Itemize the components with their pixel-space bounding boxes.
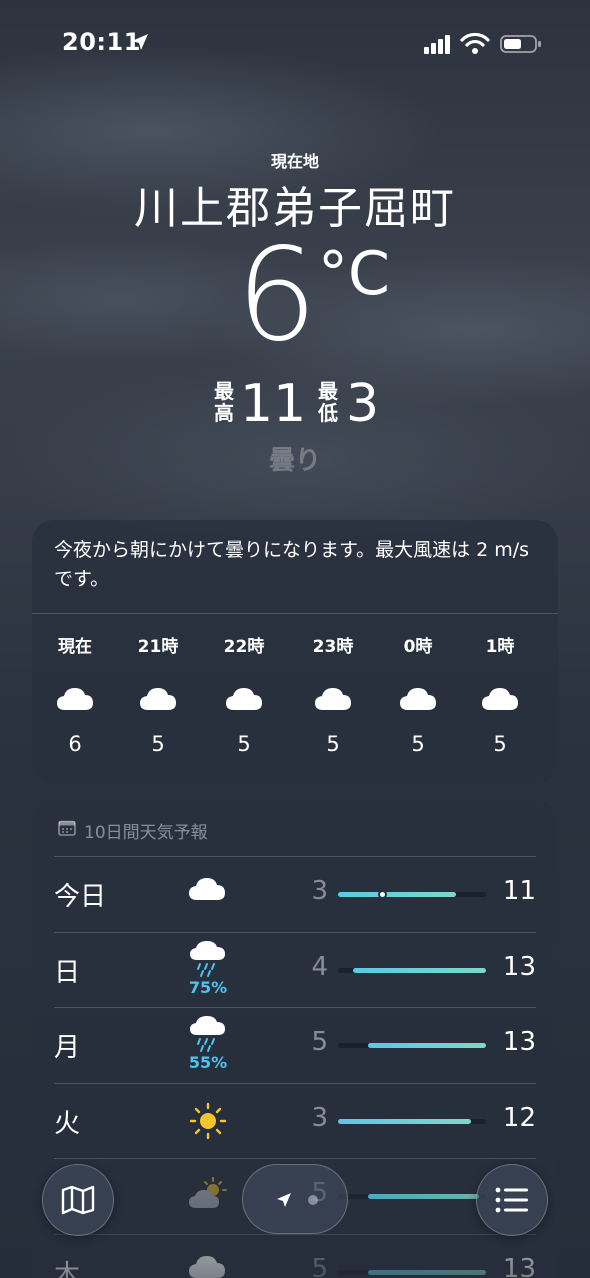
hourly-item: 現在 6	[35, 632, 115, 756]
cloud-icon	[480, 684, 520, 714]
low-temp: 3	[346, 374, 380, 434]
day-label: 火	[54, 1108, 81, 1139]
high-low-temps: 最 高 11 最 低 3	[0, 376, 590, 436]
hour-temp: 5	[411, 732, 425, 756]
high-label: 最 高	[214, 379, 234, 425]
ten-day-title: 10日間天気予報	[84, 823, 208, 843]
hour-label: 0時	[403, 637, 433, 657]
list-icon	[495, 1187, 528, 1213]
day-label: 日	[54, 957, 81, 988]
high-temp: 13	[502, 951, 536, 982]
cloud-icon	[187, 1252, 229, 1278]
hour-label: 1時	[485, 637, 515, 657]
day-label: 今日	[54, 882, 107, 912]
temp-range-fill	[367, 1269, 486, 1275]
high-temp: 13	[502, 1253, 536, 1278]
temp-range-bar	[338, 1118, 486, 1124]
sun-icon	[187, 1101, 229, 1141]
high-temp: 13	[502, 1027, 536, 1057]
cloud-icon	[313, 684, 353, 714]
map-button[interactable]	[42, 1164, 114, 1236]
divider	[54, 1007, 536, 1008]
daily-row[interactable]: 火 3 12	[32, 1082, 558, 1159]
wifi-icon	[460, 32, 490, 54]
temp-range-bar	[338, 1043, 486, 1048]
hourly-item: 23時 5	[293, 632, 373, 756]
divider	[54, 931, 536, 933]
hourly-forecast-card[interactable]: 今夜から朝にかけて曇りになります。最大風速は 2 m/sです。 現在 6 21時 5 2…	[32, 520, 558, 784]
hour-temp: 6	[68, 732, 82, 756]
precip-chance: 75%	[188, 977, 228, 997]
high-temp: 11	[240, 374, 307, 434]
rain-cloud-icon	[187, 938, 229, 978]
day-label: 月	[54, 1033, 81, 1063]
cloud-icon	[224, 684, 264, 714]
day-label: 木	[54, 1259, 81, 1278]
hourly-item: 21時 5	[118, 632, 198, 756]
current-temp-dot	[377, 890, 387, 899]
map-icon	[61, 1185, 95, 1215]
hour-label: 22時	[223, 637, 265, 657]
low-temp: 5	[311, 1027, 328, 1057]
cloud-icon	[398, 684, 438, 714]
hour-label: 現在	[58, 637, 92, 657]
cloud-icon	[187, 874, 229, 914]
divider	[54, 1082, 536, 1084]
page-indicator[interactable]	[242, 1164, 348, 1234]
location-list-button[interactable]	[476, 1164, 548, 1236]
current-temperature: 6	[236, 221, 318, 370]
high-temp: 11	[502, 876, 536, 906]
condition-text: 曇り	[268, 446, 321, 476]
daily-row[interactable]: 日 75% 4 13	[32, 931, 558, 1008]
divider	[54, 1158, 536, 1159]
hour-label: 21時	[137, 637, 179, 657]
calendar-icon	[58, 820, 76, 836]
rain-cloud-icon	[187, 1013, 229, 1053]
hour-temp: 5	[493, 732, 507, 756]
temp-range-bar	[338, 1194, 486, 1199]
daily-row[interactable]: 木 5 13	[32, 1233, 558, 1278]
temp-range-bar	[338, 1269, 486, 1275]
location-arrow-icon	[132, 34, 148, 50]
divider	[54, 856, 536, 857]
divider	[32, 613, 558, 614]
cloud-icon	[55, 684, 95, 714]
hourly-item: 22時 5	[204, 632, 284, 756]
low-temp: 5	[311, 1253, 328, 1278]
current-location-label: 現在地	[270, 152, 319, 171]
hourly-item: 1時 5	[460, 632, 540, 756]
hour-temp: 5	[326, 732, 340, 756]
temp-range-fill	[367, 1194, 479, 1199]
low-label: 最 低	[318, 379, 338, 425]
daily-row[interactable]: 月 55% 5 13	[32, 1007, 558, 1083]
low-temp: 4	[311, 951, 328, 982]
temp-range-fill	[338, 892, 457, 897]
status-bar: 20:11	[0, 0, 590, 90]
temp-range-bar	[338, 967, 486, 973]
temp-range-fill	[367, 1043, 486, 1048]
partly-sunny-icon	[187, 1176, 229, 1216]
temp-range-fill	[338, 1118, 472, 1124]
location-arrow-icon	[277, 1193, 318, 1207]
hour-temp: 5	[151, 732, 165, 756]
cloud-icon	[138, 684, 178, 714]
battery-icon	[500, 35, 541, 53]
temp-range-bar	[338, 890, 486, 899]
hourly-item: 0時 5	[378, 632, 458, 756]
cellular-signal-icon	[424, 35, 450, 54]
daily-row[interactable]: 今日 3 11	[32, 856, 558, 932]
precip-chance: 55%	[188, 1053, 228, 1072]
forecast-summary: 今夜から朝にかけて曇りになります。最大風速は 2 m/sです。	[54, 539, 530, 590]
high-temp: 12	[502, 1102, 536, 1133]
low-temp: 3	[311, 1102, 328, 1133]
hour-temp: 5	[237, 732, 251, 756]
low-temp: 3	[311, 876, 328, 906]
hour-label: 23時	[312, 637, 354, 657]
temperature-unit: °C	[318, 239, 390, 309]
temp-range-fill	[352, 967, 486, 973]
